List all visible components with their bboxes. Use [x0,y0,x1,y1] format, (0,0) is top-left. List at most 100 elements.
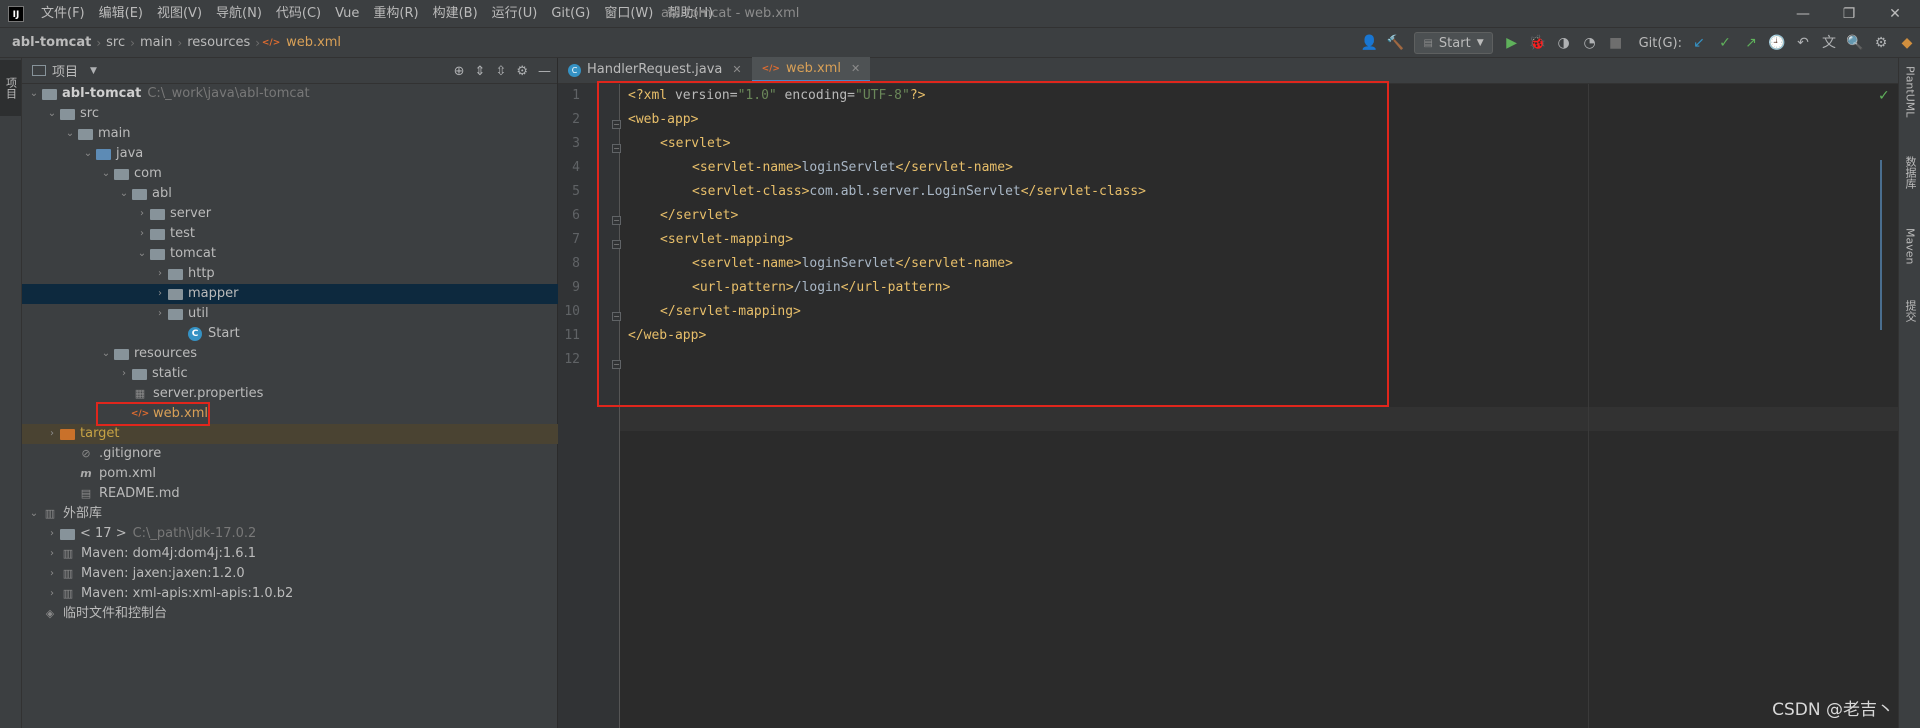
tree-item-java[interactable]: ⌄ java [22,144,558,164]
tree-item-external-libraries[interactable]: ⌄ ▥ 外部库 [22,504,558,524]
menu-build[interactable]: 构建(B) [426,0,485,28]
tree-item-abl[interactable]: ⌄ abl [22,184,558,204]
tab-handler-request-java[interactable]: C HandlerRequest.java ✕ [558,57,752,83]
tree-item-gitignore[interactable]: ⊘ .gitignore [22,444,558,464]
chevron-right-icon[interactable]: › [152,304,168,324]
chevron-right-icon[interactable]: › [152,264,168,284]
tree-item-resources[interactable]: ⌄ resources [22,344,558,364]
chevron-down-icon[interactable]: ⌄ [98,164,114,184]
build-hammer-icon[interactable]: 🔨 [1382,28,1408,58]
ide-logo-icon[interactable]: ◆ [1894,28,1920,58]
menu-refactor[interactable]: 重构(R) [366,0,425,28]
user-icon[interactable]: 👤 [1356,28,1382,58]
chevron-right-icon[interactable]: › [44,524,60,544]
tree-item-static[interactable]: › static [22,364,558,384]
breadcrumb-resources[interactable]: resources [185,35,252,50]
chevron-right-icon[interactable]: › [44,544,60,564]
locate-target-icon[interactable]: ⊕ [454,64,465,79]
close-icon[interactable]: ✕ [851,56,860,82]
settings-gear-icon[interactable]: ⚙ [1868,28,1894,58]
expand-all-icon[interactable]: ⇕ [475,64,486,79]
chevron-right-icon[interactable]: › [44,424,60,444]
tab-web-xml[interactable]: </> web.xml ✕ [751,56,871,83]
tree-item-maven-xml-apis[interactable]: › ▥ Maven: xml-apis:xml-apis:1.0.b2 [22,584,558,604]
app-logo[interactable]: IJ [8,5,24,22]
restore-button[interactable]: ❐ [1826,0,1872,28]
menu-code[interactable]: 代码(C) [269,0,328,28]
close-icon[interactable]: ✕ [732,57,741,83]
breadcrumb-web-xml[interactable]: web.xml [284,35,343,50]
tree-item-src[interactable]: ⌄ src [22,104,558,124]
tree-item-abl-tomcat[interactable]: ⌄ abl-tomcat C:\_work\java\abl-tomcat [22,84,558,104]
chevron-down-icon[interactable]: ⌄ [44,104,60,124]
menu-navigate[interactable]: 导航(N) [209,0,269,28]
collapse-all-icon[interactable]: ⇳ [495,64,506,79]
tree-item-start[interactable]: C Start [22,324,558,344]
tree-item-main[interactable]: ⌄ main [22,124,558,144]
tree-item-http[interactable]: › http [22,264,558,284]
menu-git[interactable]: Git(G) [544,0,597,28]
stop-icon[interactable]: ■ [1603,28,1629,58]
chevron-right-icon[interactable]: › [44,564,60,584]
chevron-down-icon[interactable]: ⌄ [80,144,96,164]
breadcrumb-project[interactable]: abl-tomcat [10,35,93,50]
chevron-right-icon[interactable]: › [152,284,168,304]
project-tool-tab[interactable]: 项目 [0,60,21,116]
minimize-button[interactable]: — [1780,0,1826,28]
chevron-right-icon[interactable]: › [134,204,150,224]
profile-icon[interactable]: ◔ [1577,28,1603,58]
inspection-ok-icon[interactable]: ✓ [1878,88,1890,104]
menu-window[interactable]: 窗口(W) [597,0,660,28]
history-icon[interactable]: 🕘 [1764,28,1790,58]
breadcrumb-src[interactable]: src [104,35,127,50]
menu-run[interactable]: 运行(U) [485,0,545,28]
chevron-down-icon[interactable]: ⌄ [26,84,42,104]
tree-item-pom-xml[interactable]: m pom.xml [22,464,558,484]
chevron-down-icon[interactable]: ⌄ [62,124,78,144]
chevron-right-icon[interactable]: › [44,584,60,604]
chevron-down-icon[interactable]: ⌄ [98,344,114,364]
settings-gear-icon[interactable]: ⚙ [516,64,528,79]
git-update-icon[interactable]: ↙ [1686,28,1712,58]
tree-item-readme[interactable]: ▤ README.md [22,484,558,504]
maven-tool-tab[interactable]: Maven [1899,228,1920,264]
tree-item-test[interactable]: › test [22,224,558,244]
run-configuration-select[interactable]: ▤ Start ▼ [1414,32,1493,54]
chevron-right-icon[interactable]: › [116,364,132,384]
tree-item-scratches[interactable]: ◈ 临时文件和控制台 [22,604,558,624]
database-tool-tab[interactable]: 数据库 [1899,156,1920,189]
tree-item-com[interactable]: ⌄ com [22,164,558,184]
menu-edit[interactable]: 编辑(E) [92,0,150,28]
translate-icon[interactable]: 文 [1816,28,1842,58]
project-panel-title[interactable]: 项目 [52,61,78,80]
chevron-down-icon[interactable]: ⌄ [134,244,150,264]
scrollbar-thumb[interactable] [1880,160,1882,330]
search-icon[interactable]: 🔍 [1842,28,1868,58]
debug-icon[interactable]: 🐞 [1525,28,1551,58]
tree-item-maven-dom4j[interactable]: › ▥ Maven: dom4j:dom4j:1.6.1 [22,544,558,564]
rollback-icon[interactable]: ↶ [1790,28,1816,58]
tree-item-util[interactable]: › util [22,304,558,324]
tree-item-server-properties[interactable]: ▦ server.properties [22,384,558,404]
hide-panel-icon[interactable]: — [538,64,551,79]
tree-item-jdk[interactable]: › < 17 > C:\_path\jdk-17.0.2 [22,524,558,544]
menu-vue[interactable]: Vue [328,0,366,28]
plantuml-tool-tab[interactable]: PlantUML [1899,66,1920,117]
chevron-down-icon[interactable]: ⌄ [116,184,132,204]
chevron-right-icon[interactable]: › [134,224,150,244]
menu-view[interactable]: 视图(V) [150,0,209,28]
chevron-down-icon[interactable]: ▼ [90,66,97,76]
tree-item-maven-jaxen[interactable]: › ▥ Maven: jaxen:jaxen:1.2.0 [22,564,558,584]
tree-item-server[interactable]: › server [22,204,558,224]
commit-tool-tab[interactable]: 提交 [1899,300,1920,322]
chevron-down-icon[interactable]: ⌄ [26,504,42,524]
run-icon[interactable]: ▶ [1499,28,1525,58]
tree-item-tomcat[interactable]: ⌄ tomcat [22,244,558,264]
git-push-icon[interactable]: ↗ [1738,28,1764,58]
close-window-button[interactable]: ✕ [1872,0,1918,28]
git-commit-icon[interactable]: ✓ [1712,28,1738,58]
breadcrumb-main[interactable]: main [138,35,174,50]
menu-file[interactable]: 文件(F) [34,0,92,28]
tree-item-target[interactable]: › target [22,424,558,444]
tree-item-mapper[interactable]: › mapper [22,284,558,304]
